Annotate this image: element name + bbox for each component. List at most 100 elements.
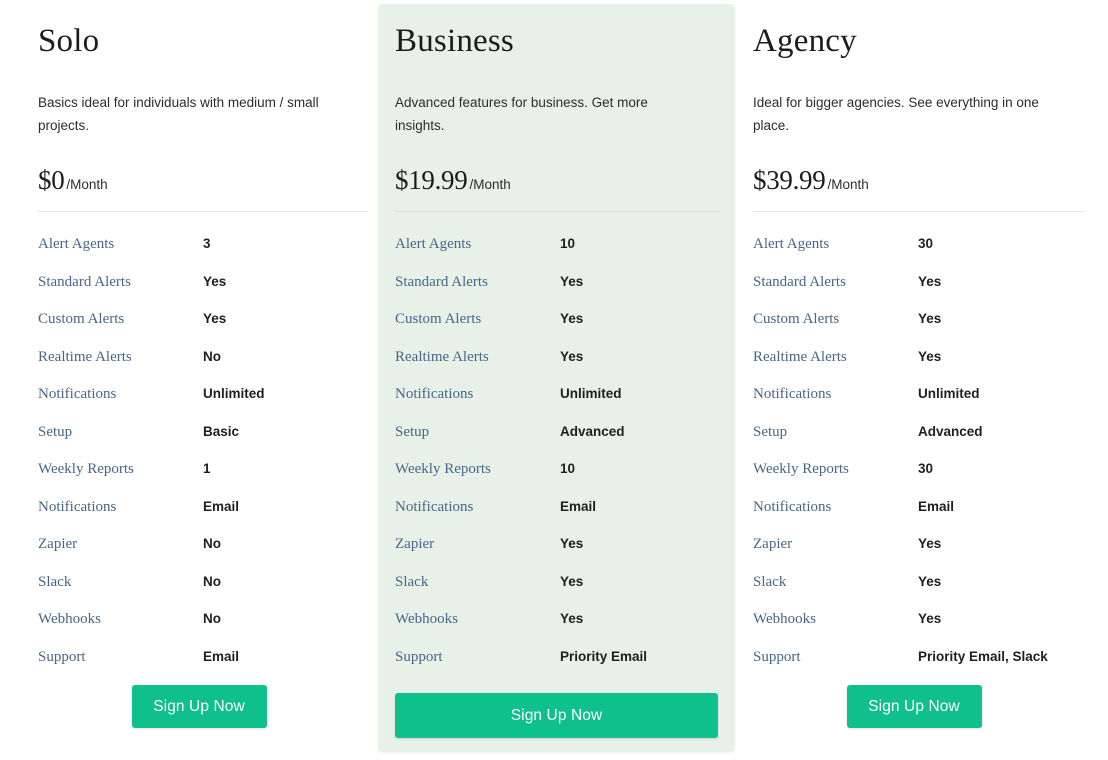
plan-title: Solo — [38, 23, 100, 59]
feature-label: Webhooks — [395, 611, 458, 627]
feature-value: Unlimited — [203, 386, 265, 401]
feature-row: Alert Agents 10 — [395, 237, 719, 275]
plan-card-inner: Business Advanced features for business.… — [378, 4, 735, 752]
price-period: /Month — [827, 177, 869, 192]
feature-row: Notifications Email — [753, 498, 1083, 538]
feature-row: Weekly Reports 1 — [38, 462, 368, 500]
plan-price: $0/Month — [38, 165, 108, 196]
feature-value: Yes — [918, 311, 942, 326]
feature-row: Support Priority Email — [395, 648, 719, 688]
feature-row: Realtime Alerts Yes — [753, 348, 1083, 388]
cta-zone: Sign Up Now — [378, 693, 735, 738]
feature-label: Weekly Reports — [395, 461, 491, 477]
feature-row: Webhooks No — [38, 612, 368, 650]
sign-up-button[interactable]: Sign Up Now — [131, 685, 267, 728]
feature-row: Alert Agents 30 — [753, 237, 1083, 275]
feature-label: Standard Alerts — [395, 273, 488, 290]
feature-row: Notifications Unlimited — [395, 387, 719, 425]
feature-value: Yes — [918, 573, 942, 589]
plan-title: Agency — [753, 23, 857, 59]
feature-value: Yes — [560, 611, 584, 626]
feature-row: Notifications Unlimited — [38, 387, 368, 425]
feature-label: Realtime Alerts — [395, 348, 489, 365]
feature-label: Support — [395, 648, 443, 665]
feature-label: Alert Agents — [395, 236, 472, 252]
feature-label: Notifications — [38, 498, 117, 515]
price-period: /Month — [469, 177, 511, 192]
feature-row: Support Email — [38, 648, 368, 688]
feature-row: Zapier Yes — [753, 537, 1083, 575]
feature-label: Slack — [38, 573, 72, 590]
feature-value: Email — [918, 498, 955, 514]
feature-row: Standard Alerts Yes — [38, 273, 368, 313]
feature-row: Zapier No — [38, 537, 368, 575]
feature-label: Notifications — [395, 386, 474, 402]
feature-label: Webhooks — [753, 611, 816, 627]
sign-up-button[interactable]: Sign Up Now — [846, 685, 982, 728]
divider — [395, 211, 719, 212]
sign-up-button[interactable]: Sign Up Now — [395, 693, 718, 738]
feature-value: Yes — [560, 573, 584, 589]
feature-value: Priority Email — [560, 648, 648, 664]
feature-row: Support Priority Email, Slack — [753, 648, 1083, 688]
price-amount: $39.99 — [753, 165, 826, 195]
feature-label: Notifications — [753, 498, 832, 515]
feature-label: Weekly Reports — [753, 461, 849, 477]
cta-zone: Sign Up Now — [735, 685, 1093, 728]
divider — [753, 211, 1083, 212]
feature-row: Realtime Alerts Yes — [395, 348, 719, 388]
feature-row: Webhooks Yes — [753, 612, 1083, 650]
feature-value: Yes — [203, 311, 227, 326]
feature-label: Setup — [38, 423, 73, 440]
feature-row: Standard Alerts Yes — [395, 273, 719, 313]
feature-label: Standard Alerts — [753, 273, 846, 290]
feature-list: Alert Agents 3 Standard Alerts Yes Custo… — [38, 237, 368, 687]
feature-value: Unlimited — [560, 386, 622, 401]
feature-row: Notifications Unlimited — [753, 387, 1083, 425]
feature-value: Email — [203, 648, 240, 664]
feature-value: Yes — [918, 536, 942, 551]
feature-label: Slack — [753, 573, 787, 590]
feature-label: Zapier — [395, 536, 435, 552]
feature-value: Basic — [203, 423, 240, 439]
feature-value: 30 — [918, 236, 934, 251]
feature-row: Slack Yes — [395, 573, 719, 613]
feature-row: Notifications Email — [395, 498, 719, 538]
feature-value: Priority Email, Slack — [918, 648, 1048, 664]
feature-row: Realtime Alerts No — [38, 348, 368, 388]
feature-label: Custom Alerts — [753, 311, 840, 327]
pricing-table: Solo Basics ideal for individuals with m… — [0, 0, 1108, 760]
feature-list: Alert Agents 30 Standard Alerts Yes Cust… — [753, 237, 1083, 687]
feature-row: Standard Alerts Yes — [753, 273, 1083, 313]
feature-label: Custom Alerts — [395, 311, 482, 327]
feature-label: Notifications — [38, 386, 117, 402]
feature-value: No — [203, 348, 221, 364]
feature-label: Alert Agents — [38, 236, 115, 252]
feature-value: Yes — [918, 348, 942, 364]
feature-label: Setup — [395, 423, 430, 440]
plan-description: Ideal for bigger agencies. See everythin… — [753, 95, 1039, 133]
feature-label: Zapier — [753, 536, 793, 552]
plan-description: Advanced features for business. Get more… — [395, 95, 648, 133]
feature-value: Email — [203, 498, 240, 514]
feature-value: Yes — [560, 273, 584, 289]
feature-label: Realtime Alerts — [38, 348, 132, 365]
feature-list: Alert Agents 10 Standard Alerts Yes Cust… — [395, 237, 719, 687]
feature-value: Email — [560, 498, 597, 514]
feature-value: Yes — [918, 611, 942, 626]
feature-value: No — [203, 611, 221, 626]
feature-label: Custom Alerts — [38, 311, 125, 327]
feature-row: Slack No — [38, 573, 368, 613]
feature-value: 3 — [203, 236, 211, 251]
feature-row: Notifications Email — [38, 498, 368, 538]
plan-card-agency: Agency Ideal for bigger agencies. See ev… — [735, 0, 1093, 760]
feature-value: Yes — [560, 536, 584, 551]
feature-label: Realtime Alerts — [753, 348, 847, 365]
feature-label: Alert Agents — [753, 236, 830, 252]
feature-label: Support — [753, 648, 801, 665]
plan-card-business: Business Advanced features for business.… — [378, 4, 735, 752]
feature-value: Yes — [203, 273, 227, 289]
divider — [38, 211, 368, 212]
feature-row: Zapier Yes — [395, 537, 719, 575]
feature-row: Custom Alerts Yes — [38, 312, 368, 350]
